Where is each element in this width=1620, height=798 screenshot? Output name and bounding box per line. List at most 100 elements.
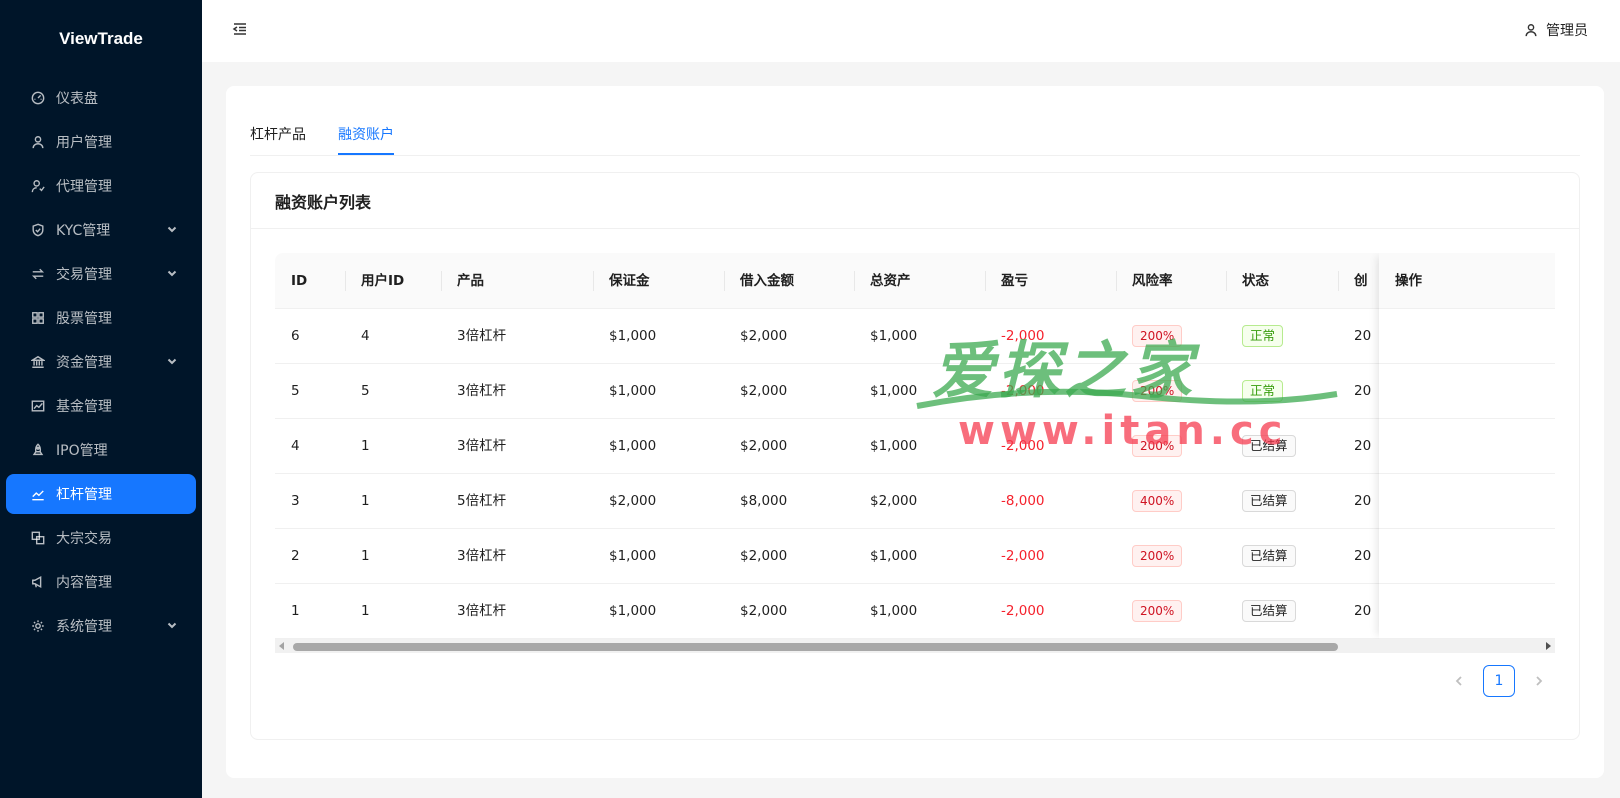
- top-header: 管理员: [202, 0, 1620, 62]
- user-name: 管理员: [1546, 23, 1588, 39]
- sidebar-item-9[interactable]: 杠杆管理: [6, 474, 196, 514]
- risk-badge: 400%: [1132, 490, 1183, 512]
- sidebar-item-0[interactable]: 仪表盘: [6, 78, 196, 118]
- cell-created: 20: [1354, 548, 1372, 564]
- col-product: 产品: [457, 273, 484, 289]
- cell-pnl: -2,000: [1001, 383, 1045, 399]
- tab-margin-accounts[interactable]: 融资账户: [338, 124, 394, 144]
- chevron-down-icon[interactable]: [166, 267, 178, 279]
- cell-risk: 200%: [1132, 419, 1183, 474]
- cell-created: 20: [1354, 493, 1372, 509]
- col-pnl: 盈亏: [1001, 273, 1028, 289]
- cell-product: 5倍杠杆: [457, 493, 507, 509]
- cell-product: 3倍杠杆: [457, 383, 507, 399]
- risk-badge: 200%: [1132, 435, 1183, 457]
- bank-icon: [30, 354, 46, 370]
- chevron-down-icon[interactable]: [166, 619, 178, 631]
- status-badge: 已结算: [1242, 600, 1296, 622]
- scrollbar-thumb[interactable]: [293, 643, 1338, 651]
- risk-badge: 200%: [1132, 380, 1183, 402]
- cell-id: 3: [291, 493, 300, 509]
- cell-pnl: -2,000: [1001, 328, 1045, 344]
- table-row[interactable]: 4 1 3倍杠杆 $1,000 $2,000 $1,000 -2,000 200% 已结算 20: [275, 419, 1555, 474]
- sidebar-item-1[interactable]: 用户管理: [6, 122, 196, 162]
- swap-icon: [30, 266, 46, 282]
- cell-pnl: -2,000: [1001, 438, 1045, 454]
- cell-margin: $1,000: [609, 548, 657, 564]
- cell-risk: 200%: [1132, 584, 1183, 639]
- risk-badge: 200%: [1132, 325, 1183, 347]
- horizontal-scrollbar[interactable]: [275, 639, 1555, 653]
- cell-user_id: 4: [361, 328, 370, 344]
- sidebar-item-7[interactable]: 基金管理: [6, 386, 196, 426]
- cell-margin: $2,000: [609, 493, 657, 509]
- chart-line-icon: [30, 486, 46, 502]
- status-badge: 已结算: [1242, 545, 1296, 567]
- cell-risk: 200%: [1132, 364, 1183, 419]
- cell-margin: $1,000: [609, 603, 657, 619]
- cell-borrowed: $8,000: [740, 493, 788, 509]
- sidebar-item-4[interactable]: 交易管理: [6, 254, 196, 294]
- status-badge: 正常: [1242, 380, 1284, 402]
- cell-total_assets: $1,000: [870, 603, 918, 619]
- cell-risk: 200%: [1132, 309, 1183, 364]
- gear-icon: [30, 618, 46, 634]
- shield-icon: [30, 222, 46, 238]
- cell-created: 20: [1354, 383, 1372, 399]
- risk-badge: 200%: [1132, 545, 1183, 567]
- dashboard-icon: [30, 90, 46, 106]
- sidebar-item-8[interactable]: IPO管理: [6, 430, 196, 470]
- sidebar-item-label: 用户管理: [56, 135, 112, 151]
- sidebar-item-10[interactable]: 大宗交易: [6, 518, 196, 558]
- cell-product: 3倍杠杆: [457, 548, 507, 564]
- chevron-down-icon[interactable]: [166, 223, 178, 235]
- prev-page-icon[interactable]: [1443, 665, 1475, 697]
- cell-id: 6: [291, 328, 300, 344]
- cell-status: 已结算: [1242, 584, 1296, 639]
- sidebar-item-6[interactable]: 资金管理: [6, 342, 196, 382]
- sidebar-item-label: 基金管理: [56, 399, 112, 415]
- sidebar-item-12[interactable]: 系统管理: [6, 606, 196, 646]
- menu-collapse-icon[interactable]: [232, 21, 250, 39]
- cell-status: 已结算: [1242, 474, 1296, 529]
- table-row[interactable]: 3 1 5倍杠杆 $2,000 $8,000 $2,000 -8,000 400% 已结算 20: [275, 474, 1555, 529]
- rocket-icon: [30, 442, 46, 458]
- card-title: 融资账户列表: [251, 173, 1579, 229]
- cell-total_assets: $1,000: [870, 383, 918, 399]
- cell-margin: $1,000: [609, 383, 657, 399]
- table-row[interactable]: 6 4 3倍杠杆 $1,000 $2,000 $1,000 -2,000 200% 正常 20: [275, 309, 1555, 364]
- scroll-left-arrow[interactable]: [279, 642, 284, 650]
- table-row[interactable]: 5 5 3倍杠杆 $1,000 $2,000 $1,000 -2,000 200% 正常 20: [275, 364, 1555, 419]
- user-icon: [30, 134, 46, 150]
- table-header: ID 用户ID 产品 保证金 借入金额 总资产 盈亏 风险率 状态 创: [275, 253, 1555, 309]
- sidebar-item-5[interactable]: 股票管理: [6, 298, 196, 338]
- table-row[interactable]: 1 1 3倍杠杆 $1,000 $2,000 $1,000 -2,000 200% 已结算 20: [275, 584, 1555, 639]
- main-content: 杠杆产品 融资账户 融资账户列表 ID 用户ID 产品 保证金 借入金额 总资产…: [226, 86, 1604, 778]
- cell-status: 已结算: [1242, 419, 1296, 474]
- sidebar-item-label: KYC管理: [56, 223, 111, 239]
- block-icon: [30, 530, 46, 546]
- sidebar-item-label: 代理管理: [56, 179, 112, 195]
- col-id: ID: [291, 273, 308, 289]
- next-page-icon[interactable]: [1523, 665, 1555, 697]
- cell-user_id: 1: [361, 493, 370, 509]
- scroll-right-arrow[interactable]: [1546, 642, 1551, 650]
- sidebar-item-label: 资金管理: [56, 355, 112, 371]
- sidebar-item-11[interactable]: 内容管理: [6, 562, 196, 602]
- tab-leverage-products[interactable]: 杠杆产品: [250, 124, 306, 144]
- chevron-down-icon[interactable]: [166, 355, 178, 367]
- cell-user_id: 1: [361, 603, 370, 619]
- pagination: 1: [1443, 665, 1555, 697]
- user-menu[interactable]: 管理员: [1524, 20, 1588, 40]
- sidebar-item-3[interactable]: KYC管理: [6, 210, 196, 250]
- sidebar-item-label: IPO管理: [56, 443, 108, 459]
- sidebar-item-label: 仪表盘: [56, 91, 98, 107]
- risk-badge: 200%: [1132, 600, 1183, 622]
- sidebar-item-2[interactable]: 代理管理: [6, 166, 196, 206]
- col-total-assets: 总资产: [870, 273, 911, 289]
- cell-risk: 400%: [1132, 474, 1183, 529]
- page-number[interactable]: 1: [1483, 665, 1515, 697]
- col-borrowed: 借入金额: [740, 273, 794, 289]
- cell-created: 20: [1354, 438, 1372, 454]
- table-row[interactable]: 2 1 3倍杠杆 $1,000 $2,000 $1,000 -2,000 200% 已结算 20: [275, 529, 1555, 584]
